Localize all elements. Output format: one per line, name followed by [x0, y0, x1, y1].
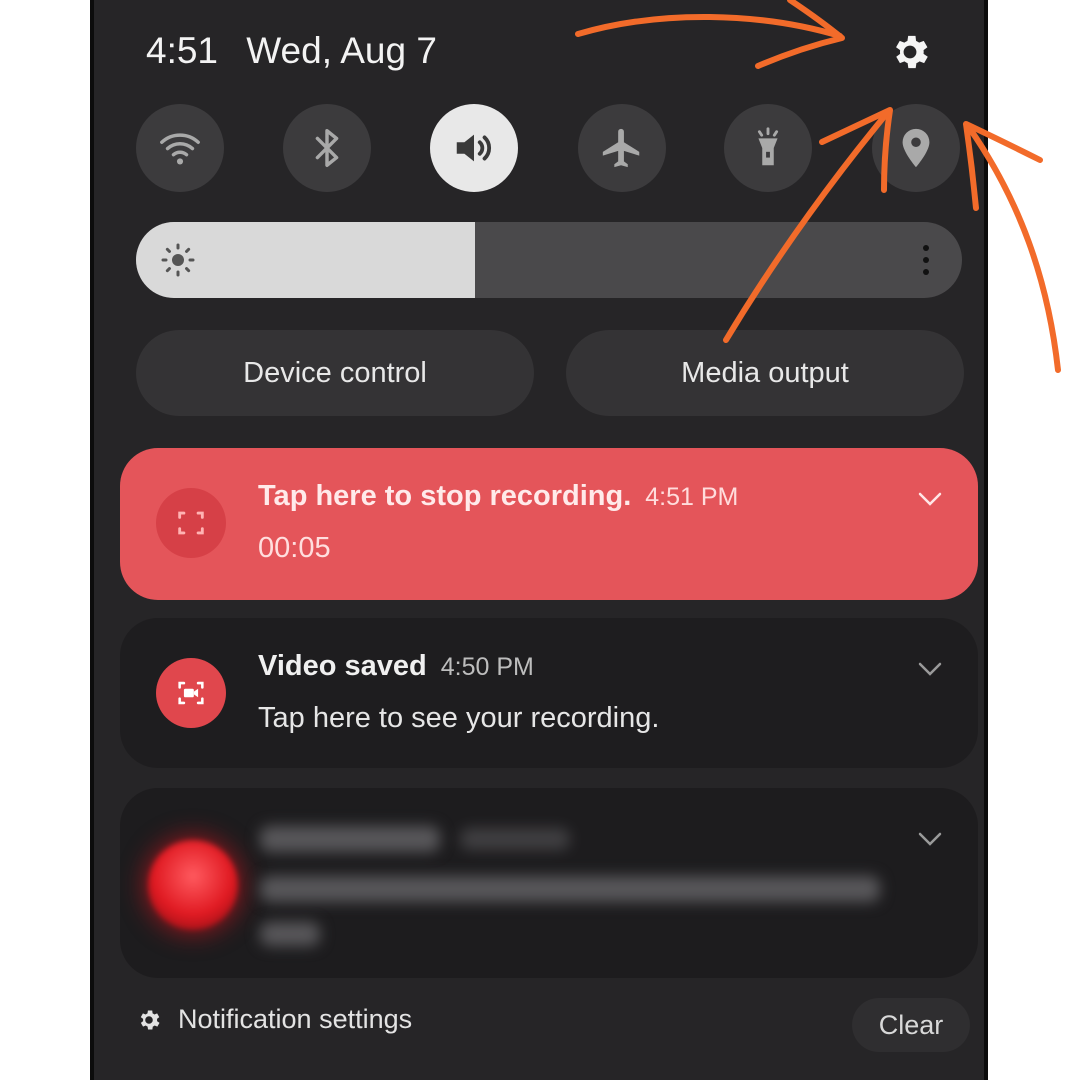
phone-edge-right — [984, 0, 988, 1080]
notification-blurred[interactable] — [120, 788, 978, 978]
status-bar: 4:51 Wed, Aug 7 — [146, 30, 437, 72]
blurred-title — [260, 826, 440, 852]
notification-title: Video saved 4:50 PM — [258, 650, 534, 683]
gear-icon — [140, 1009, 160, 1030]
blurred-body — [260, 876, 880, 902]
airplane-icon — [602, 128, 640, 168]
blurred-body-line2 — [260, 922, 320, 946]
notification-title-text: Tap here to stop recording. — [258, 480, 632, 512]
recording-duration: 00:05 — [258, 532, 331, 564]
chevron-down-icon[interactable] — [918, 492, 942, 506]
sound-toggle[interactable] — [430, 104, 518, 192]
location-pin-icon — [902, 128, 930, 168]
notification-video-saved[interactable]: Video saved 4:50 PM Tap here to see your … — [120, 618, 978, 768]
app-icon — [148, 840, 238, 930]
bluetooth-toggle[interactable] — [283, 104, 371, 192]
notification-body: Tap here to see your recording. — [258, 702, 660, 734]
location-toggle[interactable] — [872, 104, 960, 192]
date: Wed, Aug 7 — [246, 30, 437, 71]
brightness-slider[interactable] — [136, 222, 962, 298]
more-vertical-icon[interactable] — [920, 242, 932, 278]
sun-icon — [161, 243, 195, 277]
notification-time: 4:50 PM — [440, 653, 534, 681]
notification-recording[interactable]: Tap here to stop recording. 4:51 PM 00:05 — [120, 448, 978, 600]
chevron-down-icon[interactable] — [918, 662, 942, 676]
phone-edge-left — [90, 0, 94, 1080]
notification-title: Tap here to stop recording. 4:51 PM — [258, 480, 738, 513]
chevron-down-icon[interactable] — [918, 832, 942, 846]
wifi-icon — [160, 133, 200, 165]
blurred-time — [460, 828, 570, 850]
airplane-toggle[interactable] — [578, 104, 666, 192]
clock: 4:51 — [146, 30, 219, 71]
speaker-icon — [456, 134, 492, 162]
notification-title-text: Video saved — [258, 650, 427, 682]
flashlight-toggle[interactable] — [724, 104, 812, 192]
flashlight-icon — [757, 127, 779, 166]
clear-button[interactable]: Clear — [852, 998, 970, 1052]
notification-settings-label: Notification settings — [178, 1004, 413, 1034]
device-control-button[interactable]: Device control — [136, 330, 534, 416]
bluetooth-icon — [315, 129, 339, 167]
gear-icon[interactable] — [888, 30, 932, 74]
screen-record-icon — [156, 488, 226, 558]
video-saved-icon — [156, 658, 226, 728]
notification-settings-button[interactable]: Notification settings — [136, 1004, 412, 1035]
notification-time: 4:51 PM — [645, 483, 739, 511]
media-output-button[interactable]: Media output — [566, 330, 964, 416]
wifi-toggle[interactable] — [136, 104, 224, 192]
